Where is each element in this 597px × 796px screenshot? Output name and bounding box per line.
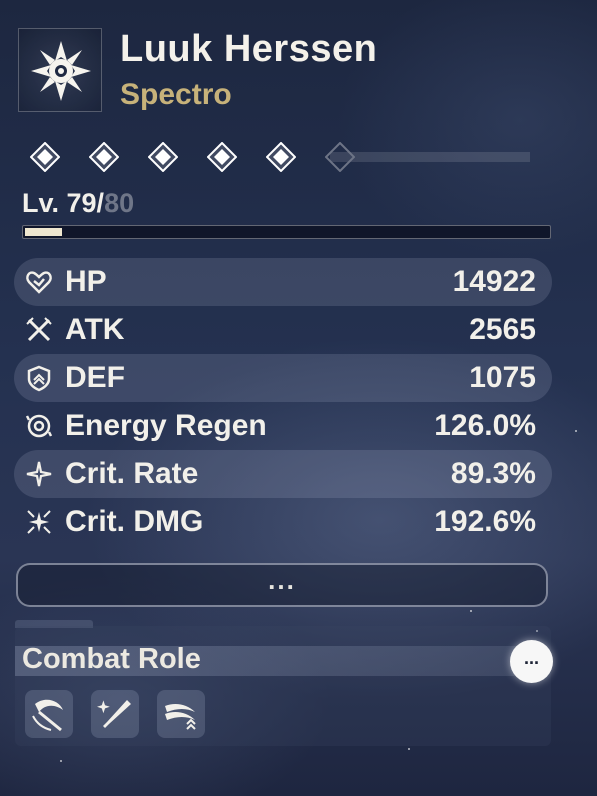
crit-dmg-icon — [24, 507, 54, 537]
more-stats-button[interactable]: ... — [16, 563, 548, 607]
stat-row-crit-dmg: Crit. DMG 192.6% — [14, 498, 552, 546]
character-header: Luuk Herssen Spectro — [14, 22, 574, 122]
combat-role-more-button[interactable]: ... — [510, 640, 553, 683]
crossed-swords-icon — [24, 315, 54, 345]
stat-value: 14922 — [452, 265, 536, 298]
level-progress-bar — [22, 225, 551, 239]
stat-label: HP — [65, 265, 107, 298]
dash-boost-icon[interactable] — [157, 690, 205, 738]
combat-role-title: Combat Role — [22, 643, 201, 675]
stat-row-energy-regen: Energy Regen 126.0% — [14, 402, 552, 450]
scythe-slash-icon[interactable] — [25, 690, 73, 738]
stat-row-def: DEF 1075 — [14, 354, 552, 402]
stat-label: Crit. DMG — [65, 505, 204, 538]
more-stats-label: ... — [268, 564, 296, 595]
sequence-node-unlocked[interactable] — [29, 141, 61, 173]
level-max: 80 — [104, 188, 135, 218]
spectro-sun-icon — [18, 28, 102, 112]
background-star — [60, 760, 62, 762]
sequence-node-locked[interactable] — [324, 141, 356, 173]
stat-value: 89.3% — [450, 457, 536, 490]
sequence-node-unlocked[interactable] — [88, 141, 120, 173]
stat-value: 1075 — [469, 361, 536, 394]
stat-label: DEF — [65, 361, 125, 394]
character-element: Spectro — [120, 78, 232, 111]
stat-value: 192.6% — [434, 505, 536, 538]
stat-value: 126.0% — [434, 409, 536, 442]
level-progress-fill — [25, 228, 62, 236]
level-current: 79/ — [66, 188, 105, 218]
sequence-node-unlocked[interactable] — [265, 141, 297, 173]
background-star — [408, 748, 410, 750]
stat-row-crit-rate: Crit. Rate 89.3% — [14, 450, 552, 498]
level-prefix: Lv. — [22, 188, 67, 218]
sequence-node-unlocked[interactable] — [206, 141, 238, 173]
stat-row-hp: HP 14922 — [14, 258, 552, 306]
stat-label: Energy Regen — [65, 409, 267, 442]
shield-icon — [24, 363, 54, 393]
combat-role-icons — [25, 690, 205, 738]
energy-regen-icon — [24, 411, 54, 441]
character-name: Luuk Herssen — [120, 28, 378, 70]
sword-sparkle-icon[interactable] — [91, 690, 139, 738]
stats-list: HP 14922 ATK 2565 DEF 1075 Energy Regen … — [14, 258, 552, 546]
crit-rate-icon — [24, 459, 54, 489]
stat-label: Crit. Rate — [65, 457, 199, 490]
background-star — [575, 430, 577, 432]
stat-label: ATK — [65, 313, 125, 346]
background-star — [470, 610, 472, 612]
sequence-node-unlocked[interactable] — [147, 141, 179, 173]
heart-icon — [24, 267, 54, 297]
stat-value: 2565 — [469, 313, 536, 346]
level-display: Lv. 79/80 — [22, 188, 134, 219]
stat-row-atk: ATK 2565 — [14, 306, 552, 354]
sequence-nodes — [29, 140, 550, 174]
combat-role-more-label: ... — [523, 648, 539, 668]
